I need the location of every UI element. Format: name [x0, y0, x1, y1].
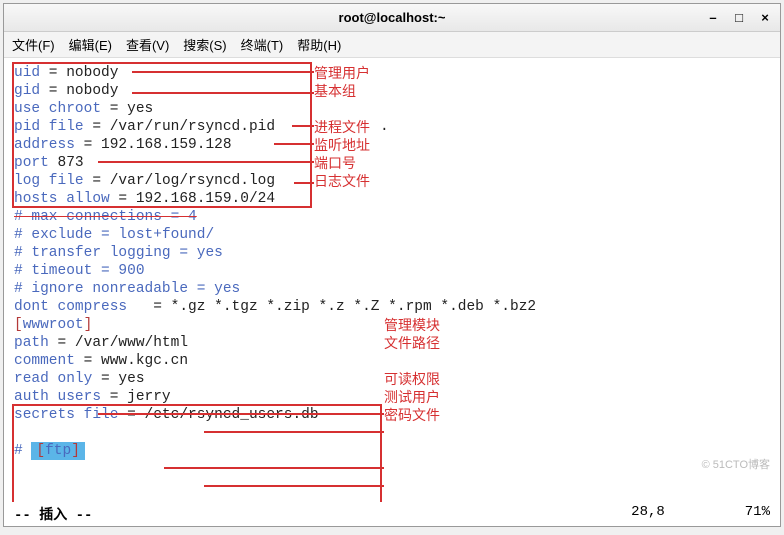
annotation: 测试用户: [384, 388, 440, 406]
menu-edit[interactable]: 编辑(E): [69, 35, 112, 54]
config-val: = 900: [92, 262, 144, 280]
config-val: = yes: [171, 244, 223, 262]
hash: #: [14, 280, 31, 298]
config-key: path: [14, 335, 49, 351]
config-key: uid: [14, 65, 40, 81]
config-key: auth users: [14, 389, 101, 405]
config-val: = 192.168.159.0/24: [110, 190, 275, 208]
config-val: = yes: [101, 100, 153, 118]
annotation: 监听地址: [314, 136, 370, 154]
annotation: 日志文件: [314, 172, 370, 190]
bracket: ]: [84, 317, 93, 333]
config-comment: # max connections = 4: [14, 208, 197, 226]
config-key: timeout: [31, 262, 92, 280]
config-key: ignore nonreadable: [31, 280, 188, 298]
annotation: 管理模块: [384, 316, 440, 334]
config-val: = /etc/rsyncd_users.db: [118, 407, 318, 423]
window-title: root@localhost:~: [339, 10, 446, 25]
annotation: 进程文件: [314, 118, 370, 136]
config-val: = 192.168.159.128: [75, 137, 232, 153]
annotation: 可读权限: [384, 370, 440, 388]
config-val: = nobody: [40, 83, 118, 99]
annotation: 管理用户: [314, 64, 370, 82]
config-key: address: [14, 137, 75, 153]
scroll-percent: 71%: [745, 504, 770, 524]
hash: #: [14, 244, 31, 262]
config-key: use chroot: [14, 100, 101, 118]
config-key: read only: [14, 371, 92, 387]
config-val: = www.kgc.cn: [75, 352, 188, 370]
config-val: = yes: [92, 371, 144, 387]
vim-mode: -- 插入 --: [14, 504, 92, 524]
config-key: hosts allow: [14, 190, 110, 208]
config-key: transfer logging: [31, 244, 170, 262]
config-key: gid: [14, 83, 40, 99]
hash: #: [14, 262, 31, 280]
annotation: 端口号: [314, 154, 356, 172]
cursor-position: 28,8: [631, 504, 665, 524]
annotation: 基本组: [314, 82, 356, 100]
menu-help[interactable]: 帮助(H): [297, 35, 341, 54]
config-val: = /var/run/rsyncd.pid: [84, 119, 275, 135]
menu-terminal[interactable]: 终端(T): [241, 35, 284, 54]
cursor: [ftp]: [31, 442, 85, 460]
config-val: = /var/www/html: [49, 335, 188, 351]
config-key: port: [14, 155, 49, 171]
titlebar: root@localhost:~ – □ ×: [4, 4, 780, 32]
close-button[interactable]: ×: [758, 10, 772, 25]
watermark: © 51CTO博客: [702, 456, 770, 474]
menubar: 文件(F) 编辑(E) 查看(V) 搜索(S) 终端(T) 帮助(H): [4, 32, 780, 58]
config-val: = /var/log/rsyncd.log: [84, 173, 275, 189]
minimize-button[interactable]: –: [706, 10, 720, 25]
hash: #: [14, 226, 31, 244]
config-val: = nobody: [40, 65, 118, 81]
config-val: = yes: [188, 280, 240, 298]
config-key: secrets file: [14, 407, 118, 423]
annotation: 密码文件: [384, 406, 440, 424]
config-key: dont compress: [14, 298, 127, 316]
terminal-content[interactable]: uid = nobody 管理用户 gid = nobody 基本组 use chr…: [4, 58, 780, 502]
config-val: = lost+found/: [92, 226, 214, 244]
config-val: 873: [49, 155, 84, 171]
connector-line: [164, 467, 384, 469]
menu-file[interactable]: 文件(F): [12, 35, 55, 54]
config-val: = *.gz *.tgz *.zip *.z *.Z *.rpm *.deb *…: [127, 298, 536, 316]
config-key: comment: [14, 352, 75, 370]
maximize-button[interactable]: □: [732, 10, 746, 25]
config-key: log file: [14, 173, 84, 189]
vim-statusbar: -- 插入 -- 28,8 71%: [4, 502, 780, 526]
bracket: [: [14, 317, 23, 333]
config-key: exclude: [31, 226, 92, 244]
config-key: pid file: [14, 119, 84, 135]
menu-view[interactable]: 查看(V): [126, 35, 169, 54]
connector-line: [204, 485, 384, 487]
dot: .: [380, 118, 389, 136]
hash: #: [14, 442, 31, 460]
config-val: = jerry: [101, 389, 171, 405]
annotation: 文件路径: [384, 334, 440, 352]
terminal-window: root@localhost:~ – □ × 文件(F) 编辑(E) 查看(V)…: [3, 3, 781, 527]
window-controls: – □ ×: [706, 10, 772, 25]
section-name: wwwroot: [23, 317, 84, 333]
menu-search[interactable]: 搜索(S): [183, 35, 226, 54]
